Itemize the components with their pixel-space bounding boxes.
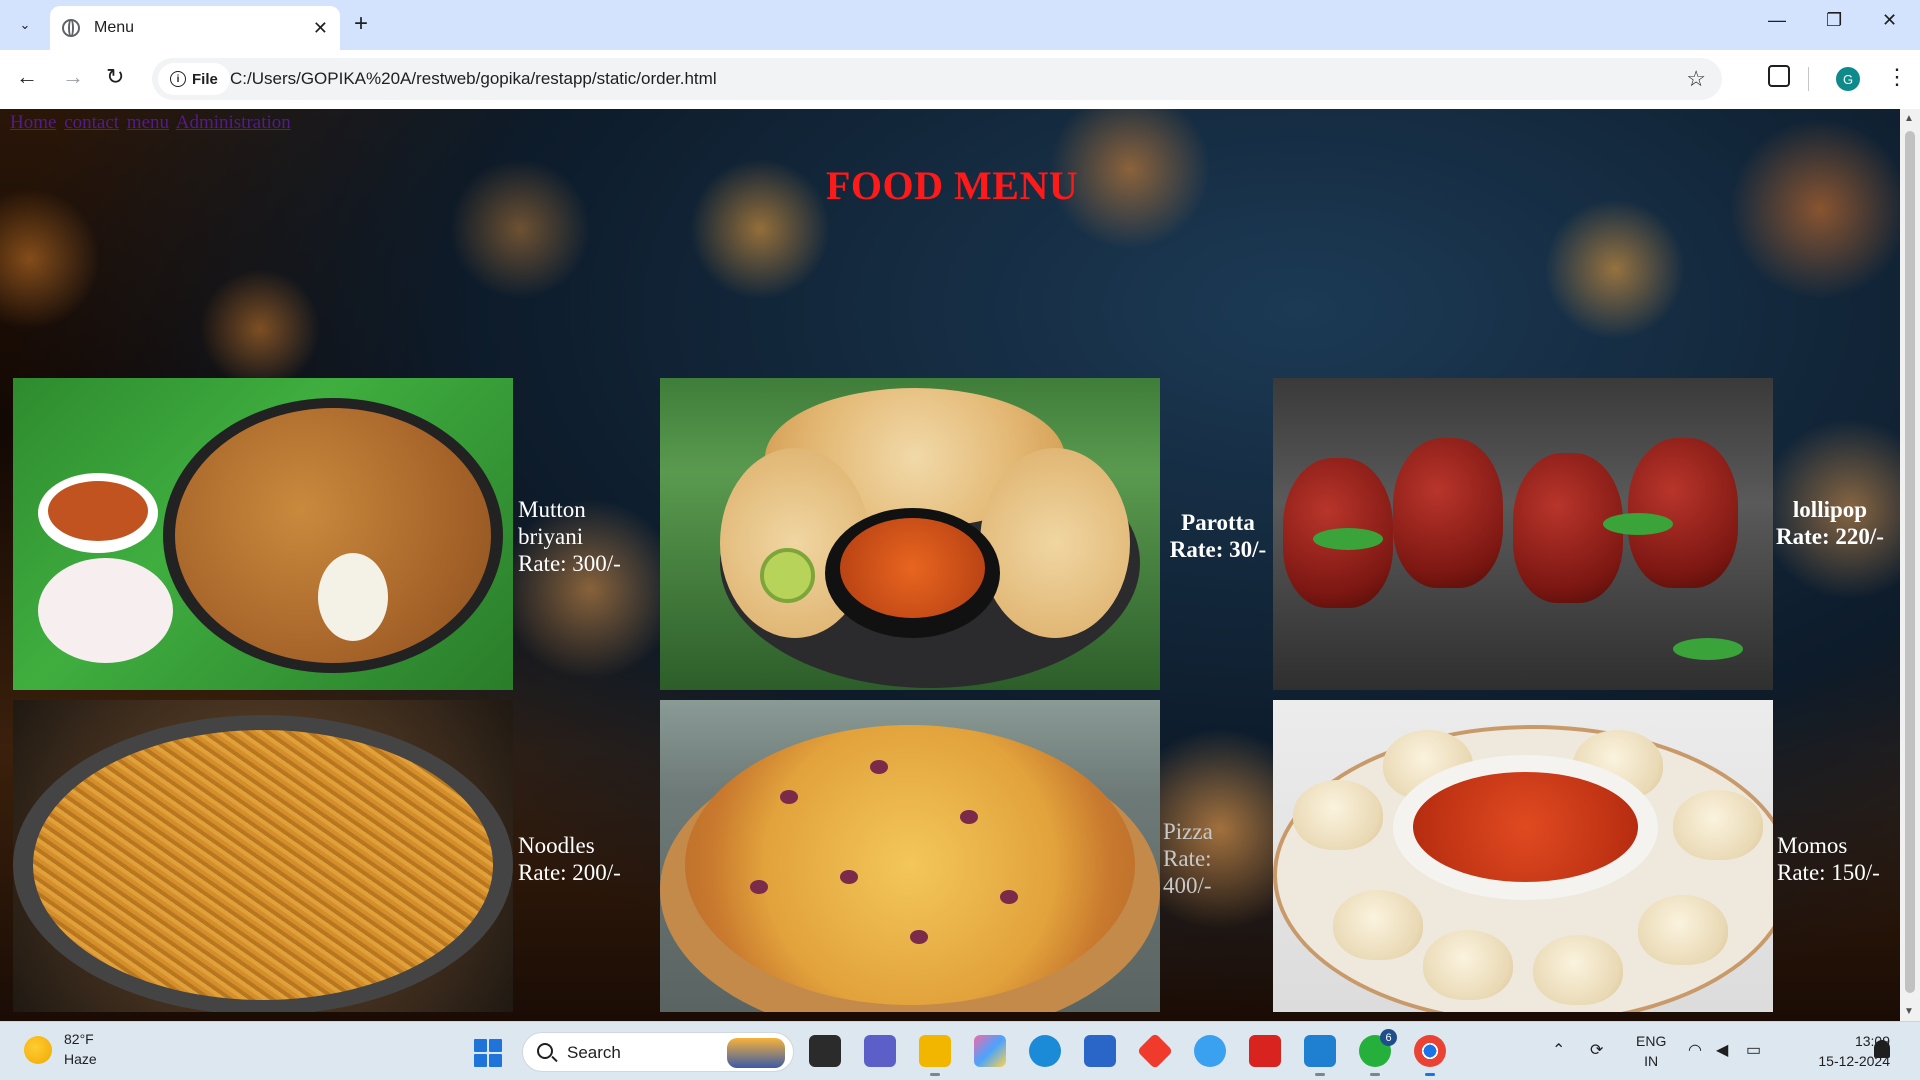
tab-title: Menu xyxy=(94,19,135,36)
item-rate: Rate: 300/- xyxy=(518,551,621,576)
globe-icon xyxy=(62,19,80,37)
windows-start-icon[interactable] xyxy=(474,1039,502,1067)
parotta-image xyxy=(660,378,1160,690)
item-noodles: Noodles Rate: 200/- xyxy=(518,832,648,886)
item-name: Momos xyxy=(1777,833,1848,858)
language-region: IN xyxy=(1644,1053,1659,1069)
taskbar: 82°F Haze Search 6 ⌃ ⟳ ENG IN ◠ ◀ ▭ 13:0… xyxy=(0,1021,1920,1080)
vscode-icon[interactable] xyxy=(1304,1035,1336,1076)
show-hidden-icons-chevron-icon[interactable]: ⌃ xyxy=(1552,1040,1565,1060)
browser-toolbar: ← → ↻ i File C:/Users/GOPIKA%20A/restweb… xyxy=(0,50,1920,109)
chrome-icon[interactable] xyxy=(1414,1035,1446,1076)
tab-strip: ⌄ Menu ✕ + — ❐ ✕ xyxy=(0,0,1920,50)
weather-haze-icon[interactable] xyxy=(24,1036,52,1064)
item-mutton-briyani: Mutton briyani Rate: 300/- xyxy=(518,496,648,577)
item-momos: Momos Rate: 150/- xyxy=(1777,832,1897,886)
noodles-image xyxy=(13,700,513,1012)
search-icon xyxy=(537,1043,553,1059)
task-view-icon[interactable] xyxy=(809,1035,841,1067)
language-code: ENG xyxy=(1636,1033,1667,1049)
address-bar[interactable]: i File C:/Users/GOPIKA%20A/restweb/gopik… xyxy=(152,58,1722,100)
profile-avatar[interactable]: G xyxy=(1836,67,1860,91)
language-indicator[interactable]: ENG IN xyxy=(1636,1031,1666,1071)
page-scrollbar[interactable]: ▲ ▼ xyxy=(1900,109,1920,1021)
momos-image xyxy=(1273,700,1773,1012)
pizza-image xyxy=(660,700,1160,1012)
item-name: Noodles xyxy=(518,833,595,858)
search-highlight-icon xyxy=(727,1038,785,1068)
file-explorer-icon[interactable] xyxy=(919,1035,951,1076)
close-window-icon[interactable]: ✕ xyxy=(1882,10,1897,31)
sync-icon[interactable]: ⟳ xyxy=(1590,1040,1603,1060)
extensions-icon[interactable] xyxy=(1768,65,1790,87)
item-name: Parotta xyxy=(1181,510,1255,535)
page-viewport: Home contact menu Administration FOOD ME… xyxy=(0,109,1900,1021)
reload-icon[interactable]: ↻ xyxy=(106,64,124,90)
restore-icon[interactable]: ❐ xyxy=(1826,10,1842,31)
url-text: C:/Users/GOPIKA%20A/restweb/gopika/resta… xyxy=(230,69,717,88)
nav-link-contact[interactable]: contact xyxy=(64,112,119,133)
url-scheme-label: File xyxy=(192,70,218,88)
nav-link-administration[interactable]: Administration xyxy=(176,112,291,133)
wifi-icon[interactable]: ◠ xyxy=(1688,1040,1702,1060)
item-rate: Rate: 30/- xyxy=(1169,537,1267,562)
taskbar-search[interactable]: Search xyxy=(522,1032,794,1072)
item-lollipop: lollipop Rate: 220/- xyxy=(1775,496,1885,550)
item-rate: Rate: 200/- xyxy=(518,860,621,885)
tab-close-icon[interactable]: ✕ xyxy=(313,18,328,39)
item-name: Mutton briyani xyxy=(518,497,586,549)
copilot-icon[interactable] xyxy=(974,1035,1006,1067)
item-parotta: Parotta Rate: 30/- xyxy=(1163,509,1273,563)
nav-link-home[interactable]: Home xyxy=(10,112,56,133)
item-rate: Rate: 400/- xyxy=(1163,846,1212,898)
item-rate: Rate: 220/- xyxy=(1776,524,1884,549)
bookmark-star-icon[interactable]: ☆ xyxy=(1686,66,1706,92)
page-title: FOOD MENU xyxy=(826,163,1079,208)
mutton-briyani-image xyxy=(13,378,513,690)
notification-bell-icon[interactable] xyxy=(1874,1040,1890,1058)
page-nav: Home contact menu Administration xyxy=(10,112,294,134)
battery-icon[interactable]: ▭ xyxy=(1746,1040,1761,1060)
help-icon[interactable] xyxy=(1194,1035,1226,1067)
scrollbar-thumb[interactable] xyxy=(1905,131,1915,993)
weather-temperature[interactable]: 82°F xyxy=(64,1031,94,1047)
more-menu-icon[interactable]: ⋮ xyxy=(1886,64,1908,90)
item-name: Pizza xyxy=(1163,819,1213,844)
info-icon: i xyxy=(170,71,186,87)
lollipop-image xyxy=(1273,378,1773,690)
scroll-down-arrow-icon[interactable]: ▼ xyxy=(1904,1006,1914,1017)
new-tab-plus-icon[interactable]: + xyxy=(354,10,368,38)
item-rate: Rate: 150/- xyxy=(1777,860,1880,885)
edge-icon[interactable] xyxy=(1029,1035,1061,1067)
item-pizza: Pizza Rate: 400/- xyxy=(1163,818,1233,899)
nav-link-menu[interactable]: menu xyxy=(127,112,169,133)
app-diamond-icon[interactable] xyxy=(1136,1032,1174,1070)
scroll-up-arrow-icon[interactable]: ▲ xyxy=(1904,113,1914,124)
search-placeholder: Search xyxy=(567,1043,621,1062)
whatsapp-icon[interactable]: 6 xyxy=(1359,1029,1397,1076)
tab-menu[interactable]: Menu ✕ xyxy=(50,6,340,50)
whatsapp-badge: 6 xyxy=(1380,1029,1397,1046)
toolbar-divider xyxy=(1808,67,1809,91)
tab-search-chevron-icon[interactable]: ⌄ xyxy=(8,9,42,41)
item-name: lollipop xyxy=(1792,497,1868,522)
minimize-icon[interactable]: — xyxy=(1768,10,1786,31)
mcafee-icon[interactable] xyxy=(1249,1035,1281,1067)
teams-icon[interactable] xyxy=(864,1035,896,1067)
volume-icon[interactable]: ◀ xyxy=(1716,1040,1728,1060)
back-arrow-icon[interactable]: ← xyxy=(16,64,38,90)
microsoft-store-icon[interactable] xyxy=(1084,1035,1116,1067)
forward-arrow-icon[interactable]: → xyxy=(62,64,84,90)
weather-description[interactable]: Haze xyxy=(64,1051,97,1067)
site-info-chip[interactable]: i File xyxy=(158,63,230,95)
